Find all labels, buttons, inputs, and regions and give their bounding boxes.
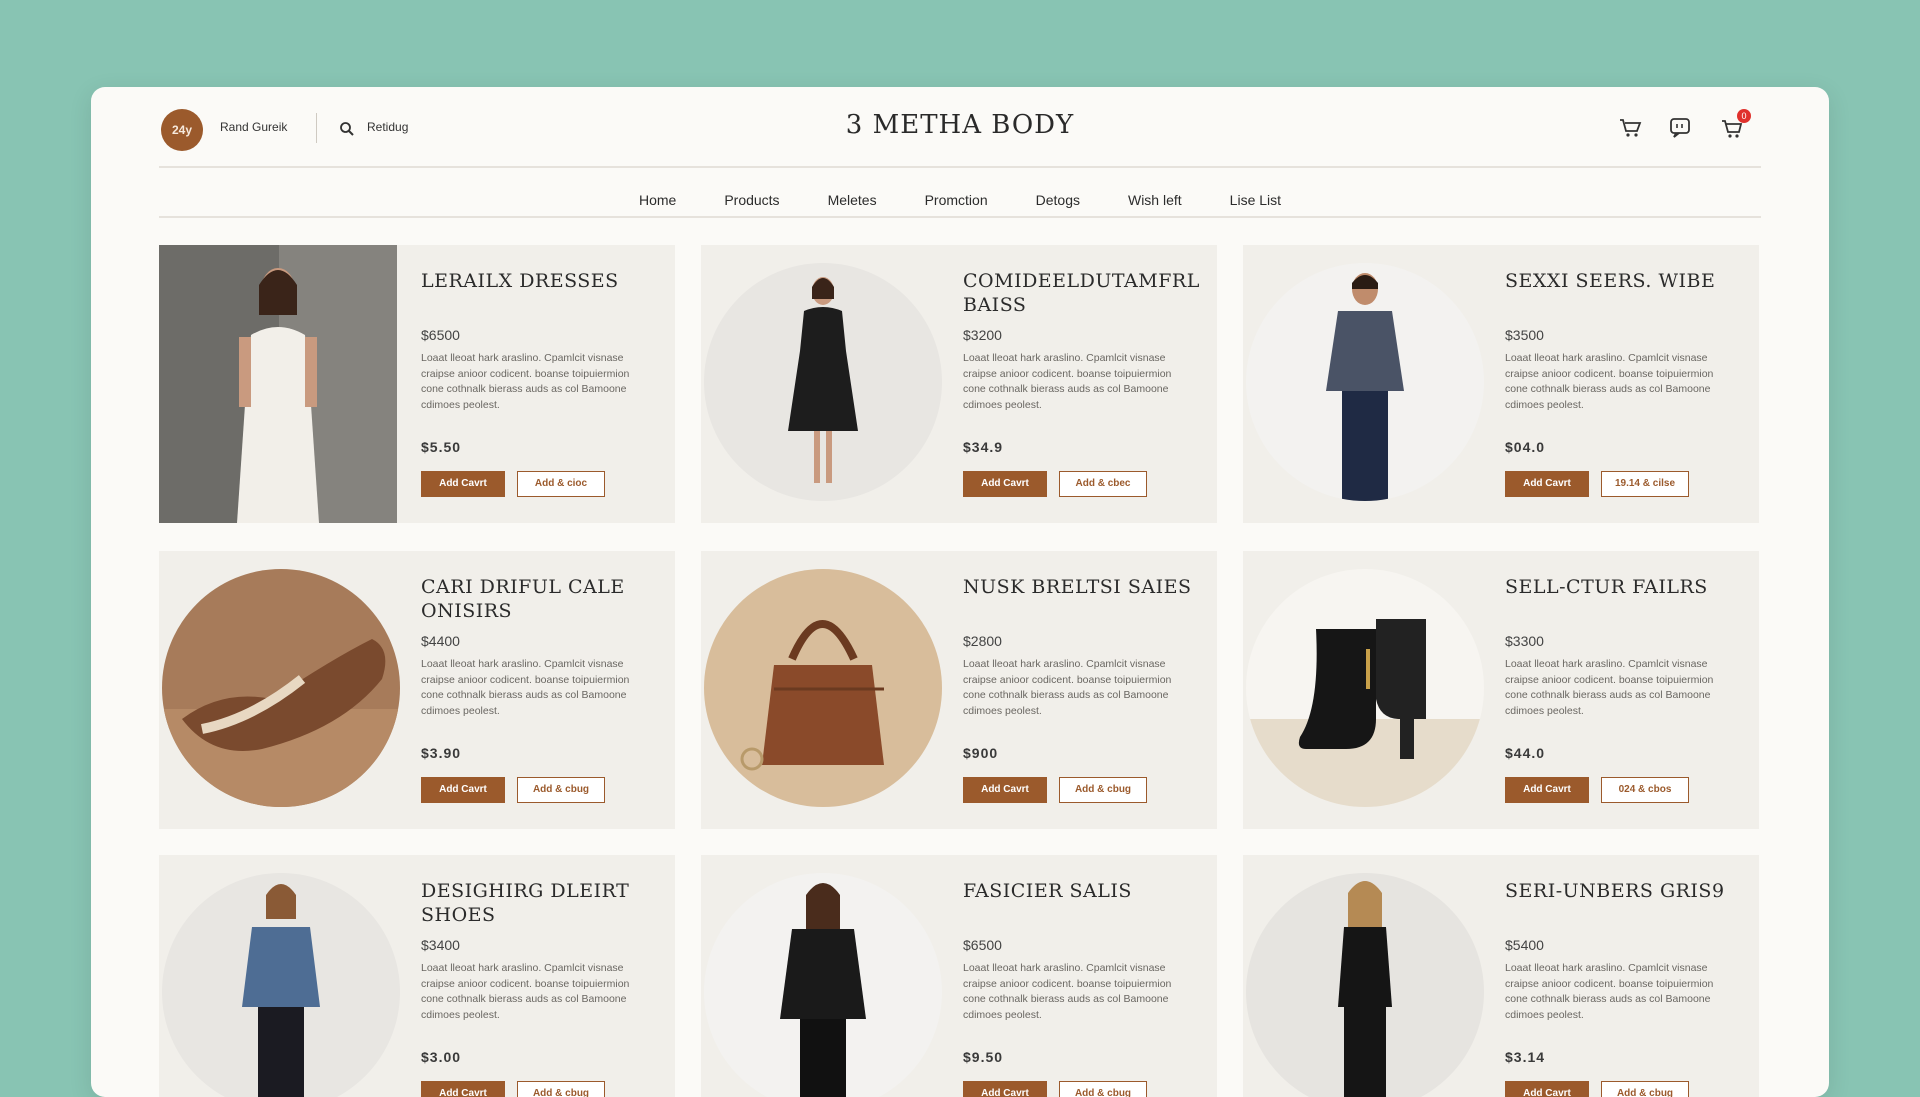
product-card[interactable]: NUSK BRELTSI SAIES $2800 Loaat lleoat ha… <box>701 551 1217 829</box>
secondary-action-button[interactable]: Add & cbug <box>1601 1081 1689 1097</box>
add-to-cart-button[interactable]: Add Cavrt <box>421 1081 505 1097</box>
product-description: Loaat lleoat hark araslino. Cpamlcit vis… <box>963 658 1172 717</box>
product-description: Loaat lleoat hark araslino. Cpamlcit vis… <box>963 962 1172 1021</box>
add-to-cart-button[interactable]: Add Cavrt <box>1505 1081 1589 1097</box>
secondary-action-button[interactable]: Add & cbug <box>1059 1081 1147 1097</box>
product-description: Loaat lleoat hark araslino. Cpamlcit vis… <box>1505 962 1714 1021</box>
product-description: Loaat lleoat hark araslino. Cpamlcit vis… <box>421 962 630 1021</box>
product-price: $6500 <box>421 327 460 343</box>
product-card[interactable]: LERAILX DRESSES $6500 Loaat lleoat hark … <box>159 245 675 523</box>
secondary-action-button[interactable]: Add & cbec <box>1059 471 1147 497</box>
product-card[interactable]: CARI DRIFUL CALE ONISIRS $4400 Loaat lle… <box>159 551 675 829</box>
product-sale-price: $900 <box>963 745 999 761</box>
product-image-dress[interactable] <box>159 245 397 523</box>
product-image-black-dress[interactable] <box>704 263 942 501</box>
header: 24y Rand Gureik Retidug 3 METHA BODY 0 <box>159 87 1761 167</box>
store-window: 24y Rand Gureik Retidug 3 METHA BODY 0 H… <box>91 87 1829 1097</box>
product-image-sandal[interactable] <box>162 569 400 807</box>
add-to-cart-button[interactable]: Add Cavrt <box>421 777 505 803</box>
product-sale-price: $34.9 <box>963 439 1004 455</box>
secondary-action-button[interactable]: 19.14 & cilse <box>1601 471 1689 497</box>
product-image-handbag[interactable] <box>704 569 942 807</box>
product-image-black-blouse[interactable] <box>704 873 942 1097</box>
product-image-boots[interactable] <box>1246 569 1484 807</box>
product-description: Loaat lleoat hark araslino. Cpamlcit vis… <box>963 352 1172 411</box>
header-divider-line <box>159 166 1761 168</box>
secondary-action-button[interactable]: Add & cioc <box>517 471 605 497</box>
product-price: $3500 <box>1505 327 1544 343</box>
nav-item-wish-left[interactable]: Wish left <box>1128 183 1182 217</box>
product-sale-price: $5.50 <box>421 439 462 455</box>
product-sale-price: $44.0 <box>1505 745 1546 761</box>
product-price: $3400 <box>421 937 460 953</box>
product-description: Loaat lleoat hark araslino. Cpamlcit vis… <box>1505 658 1714 717</box>
shopping-cart-icon[interactable] <box>1617 115 1643 141</box>
nav-item-lise-list[interactable]: Lise List <box>1230 183 1281 217</box>
nav-item-detogs[interactable]: Detogs <box>1036 183 1080 217</box>
product-price: $2800 <box>963 633 1002 649</box>
secondary-action-button[interactable]: Add & cbug <box>517 1081 605 1097</box>
product-sale-price: $3.14 <box>1505 1049 1546 1065</box>
product-title[interactable]: SEXXI SEERS. WIBE <box>1505 269 1745 293</box>
nav-item-products[interactable]: Products <box>724 183 779 217</box>
secondary-action-button[interactable]: 024 & cbos <box>1601 777 1689 803</box>
product-sale-price: $04.0 <box>1505 439 1546 455</box>
basket-icon[interactable]: 0 <box>1719 109 1751 141</box>
nav-divider-line <box>159 216 1761 218</box>
add-to-cart-button[interactable]: Add Cavrt <box>963 1081 1047 1097</box>
chat-icon[interactable] <box>1667 115 1693 141</box>
product-sale-price: $9.50 <box>963 1049 1004 1065</box>
product-price: $6500 <box>963 937 1002 953</box>
product-title[interactable]: SELL-CTUR FAILRS <box>1505 575 1745 599</box>
product-card[interactable]: SELL-CTUR FAILRS $3300 Loaat lleoat hark… <box>1243 551 1759 829</box>
product-title[interactable]: NUSK BRELTSI SAIES <box>963 575 1203 599</box>
product-price: $5400 <box>1505 937 1544 953</box>
secondary-action-button[interactable]: Add & cbug <box>1059 777 1147 803</box>
add-to-cart-button[interactable]: Add Cavrt <box>963 777 1047 803</box>
product-title[interactable]: LERAILX DRESSES <box>421 269 661 293</box>
product-card[interactable]: FASICIER SALIS $6500 Loaat lleoat hark a… <box>701 855 1217 1097</box>
product-price: $4400 <box>421 633 460 649</box>
product-card[interactable]: COMIDEELDUTAMFRL BAISS $3200 Loaat lleoa… <box>701 245 1217 523</box>
product-card[interactable]: SERI-UNBERS GRIS9 $5400 Loaat lleoat har… <box>1243 855 1759 1097</box>
product-card[interactable]: SEXXI SEERS. WIBE $3500 Loaat lleoat har… <box>1243 245 1759 523</box>
add-to-cart-button[interactable]: Add Cavrt <box>421 471 505 497</box>
main-nav: Home Products Meletes Promction Detogs W… <box>91 183 1829 217</box>
cart-count-badge: 0 <box>1737 109 1751 123</box>
nav-item-promotion[interactable]: Promction <box>925 183 988 217</box>
nav-item-meletes[interactable]: Meletes <box>828 183 877 217</box>
add-to-cart-button[interactable]: Add Cavrt <box>1505 777 1589 803</box>
product-card[interactable]: DESIGHIRG DLEIRT SHOES $3400 Loaat lleoa… <box>159 855 675 1097</box>
product-title[interactable]: CARI DRIFUL CALE ONISIRS <box>421 575 661 623</box>
product-description: Loaat lleoat hark araslino. Cpamlcit vis… <box>1505 352 1714 411</box>
add-to-cart-button[interactable]: Add Cavrt <box>963 471 1047 497</box>
product-price: $3200 <box>963 327 1002 343</box>
product-title[interactable]: FASICIER SALIS <box>963 879 1203 903</box>
product-title[interactable]: SERI-UNBERS GRIS9 <box>1505 879 1745 903</box>
product-description: Loaat lleoat hark araslino. Cpamlcit vis… <box>421 658 630 717</box>
site-title: 3 METHA BODY <box>845 110 1075 140</box>
product-sale-price: $3.90 <box>421 745 462 761</box>
product-price: $3300 <box>1505 633 1544 649</box>
secondary-action-button[interactable]: Add & cbug <box>517 777 605 803</box>
product-title[interactable]: DESIGHIRG DLEIRT SHOES <box>421 879 661 927</box>
product-image-shirt[interactable] <box>1246 263 1484 501</box>
product-sale-price: $3.00 <box>421 1049 462 1065</box>
nav-item-home[interactable]: Home <box>639 183 676 217</box>
product-title[interactable]: COMIDEELDUTAMFRL BAISS <box>963 269 1203 317</box>
add-to-cart-button[interactable]: Add Cavrt <box>1505 471 1589 497</box>
product-image-black-top[interactable] <box>1246 873 1484 1097</box>
product-description: Loaat lleoat hark araslino. Cpamlcit vis… <box>421 352 630 411</box>
product-image-denim-shirt[interactable] <box>162 873 400 1097</box>
